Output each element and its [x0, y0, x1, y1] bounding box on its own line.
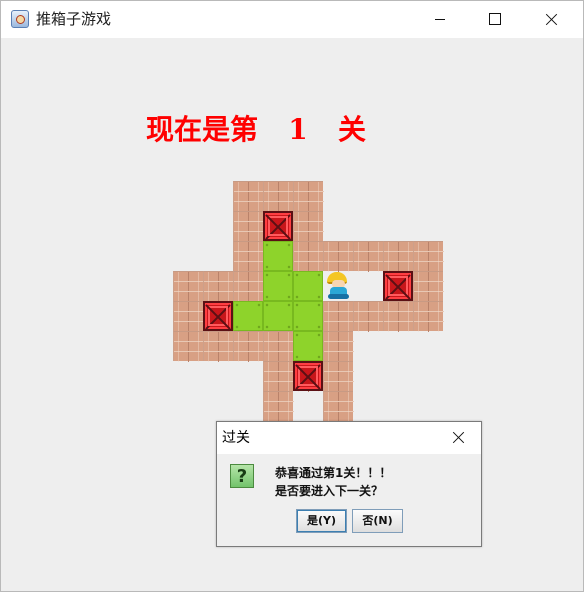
wall-tile [293, 241, 324, 272]
wall-tile [263, 181, 294, 212]
wall-tile [233, 271, 264, 302]
wall-tile [323, 241, 354, 272]
dialog-message-line-1: 恭喜通过第1关！！！ [275, 466, 392, 480]
box-tile [383, 271, 413, 301]
wall-tile [413, 271, 444, 302]
yes-button[interactable]: 是(Y) [296, 509, 347, 533]
level-complete-dialog: 过关 ? 恭喜通过第1关！！！ 是否要进入下一关？ 是(Y) 否(N) [216, 421, 482, 547]
level-suffix: 关 [338, 113, 367, 146]
wall-tile [383, 301, 414, 332]
close-button[interactable] [524, 1, 582, 38]
wall-tile [263, 331, 294, 362]
wall-tile [263, 361, 294, 392]
wall-tile [233, 241, 264, 272]
goal-tile [293, 301, 323, 331]
minimize-button[interactable] [406, 1, 464, 38]
level-heading: 现在是第 1 关 [146, 113, 366, 147]
wall-tile [353, 241, 384, 272]
wall-tile [323, 361, 354, 392]
dialog-close-icon[interactable] [447, 428, 471, 448]
dialog-message-line-2: 是否要进入下一关？ [275, 484, 384, 498]
wall-tile [323, 301, 354, 332]
application-window: 推箱子游戏 现在是第 1 关 过关 ? 恭喜通过第1关！！！ 是否要进入下一关？… [0, 0, 584, 592]
level-number: 1 [288, 113, 308, 146]
box-tile [203, 301, 233, 331]
wall-tile [233, 211, 264, 242]
dialog-title-bar: 过关 [217, 422, 481, 454]
wall-tile [413, 241, 444, 272]
crate-icon [208, 306, 228, 326]
java-app-icon [11, 10, 29, 28]
goal-tile [233, 301, 263, 331]
level-prefix: 现在是第 [146, 113, 259, 146]
wall-tile [293, 181, 324, 212]
wall-tile [173, 331, 204, 362]
maximize-icon [489, 13, 501, 25]
window-title: 推箱子游戏 [36, 10, 112, 28]
crate-icon [298, 366, 318, 386]
goal-tile [263, 301, 293, 331]
crate-icon [388, 276, 408, 296]
box-tile [263, 211, 293, 241]
worker-icon [323, 271, 353, 301]
goal-tile [293, 331, 323, 361]
title-bar: 推箱子游戏 [1, 1, 583, 38]
wall-tile [233, 331, 264, 362]
wall-tile [383, 241, 414, 272]
box-tile [293, 361, 323, 391]
dialog-title: 过关 [222, 430, 250, 446]
crate-icon [268, 216, 288, 236]
wall-tile [173, 301, 204, 332]
goal-tile [263, 241, 293, 271]
question-icon: ? [230, 464, 254, 488]
goal-tile [263, 271, 293, 301]
wall-tile [203, 331, 234, 362]
wall-tile [323, 331, 354, 362]
wall-tile [293, 211, 324, 242]
wall-tile [323, 391, 354, 422]
wall-tile [353, 301, 384, 332]
maximize-button[interactable] [465, 1, 523, 38]
no-button[interactable]: 否(N) [352, 509, 403, 533]
wall-tile [263, 391, 294, 422]
worker-legs [328, 294, 349, 299]
wall-tile [233, 181, 264, 212]
wall-tile [173, 271, 204, 302]
wall-tile [413, 301, 444, 332]
minimize-icon [435, 19, 445, 20]
goal-tile [293, 271, 323, 301]
wall-tile [203, 271, 234, 302]
